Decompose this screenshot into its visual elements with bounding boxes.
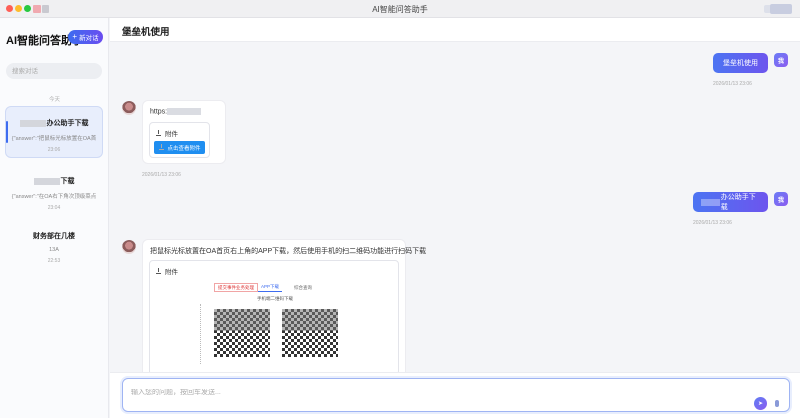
image-subtitle: 手机端二维码下载 — [257, 296, 293, 301]
conversation-title: 下载 — [5, 176, 103, 186]
redacted-block — [701, 198, 720, 206]
conversation-title: 财务部在几楼 — [33, 233, 75, 240]
input-area: ➤ — [110, 372, 800, 418]
message-time: 2026/01/13 23:06 — [693, 220, 732, 226]
bot-avatar — [122, 101, 136, 115]
bot-message-bubble: 把鼠标光标放置在OA首页右上角的APP下载，然后使用手机的扫二维码功能进行扫码下… — [142, 239, 426, 372]
message-time: 2026/01/13 23:06 — [713, 81, 752, 87]
user-message-bubble: 堡垒机使用 — [713, 53, 768, 73]
title-bar: AI智能问答助手 — [0, 0, 800, 18]
conversation-snippet: {"answer":"在OA右下角次顶级菜点 — [11, 194, 97, 200]
download-icon — [155, 129, 162, 137]
microphone-icon — [775, 400, 779, 407]
conversation-item[interactable]: 财务部在几楼 13A 22:53 — [5, 220, 103, 272]
send-icon: ➤ — [757, 401, 764, 407]
redacted-block — [282, 309, 338, 331]
redacted-block — [167, 108, 202, 115]
image-tab: 提交事件业务处理 — [214, 283, 258, 292]
conversation-item[interactable]: 下载 {"answer":"在OA右下角次顶级菜点 23:04 — [5, 165, 103, 217]
attachment-header: 附件 — [155, 128, 178, 138]
redacted-block — [19, 119, 46, 127]
download-icon — [158, 144, 165, 151]
conversation-item[interactable]: 办公助手下载 {"answer":"把鼠标光标放置在OA首 23:06 — [5, 106, 103, 158]
redacted-block — [214, 309, 270, 331]
microphone-button[interactable] — [771, 397, 783, 410]
new-chat-button[interactable]: + 新对话 — [68, 30, 103, 44]
chat-header: 堡垒机使用 — [110, 18, 800, 42]
redacted-block — [33, 177, 60, 185]
search-input[interactable] — [6, 63, 102, 79]
message-input[interactable] — [131, 389, 731, 396]
plus-icon: + — [72, 32, 78, 41]
user-message-text: 堡垒机使用 — [723, 60, 758, 67]
image-tab: 综合查询 — [294, 284, 312, 290]
new-chat-label: 新对话 — [79, 35, 99, 42]
message-list[interactable]: 堡垒机使用 我 2026/01/13 23:06 https: 附件 点击查看附… — [110, 42, 800, 372]
group-label: 今天 — [48, 97, 60, 103]
download-icon — [155, 267, 162, 275]
user-message-bubble: 办公助手下载 — [693, 192, 768, 212]
conversation-title: 办公助手下载 — [6, 118, 102, 128]
active-indicator — [6, 121, 8, 143]
conversation-time: 23:06 — [47, 147, 61, 153]
titlebar-user-name[interactable] — [770, 4, 792, 14]
conversation-snippet: {"answer":"把鼠标光标放置在OA首 — [11, 136, 97, 142]
image-side-menu — [200, 304, 204, 364]
attachment-image[interactable]: 提交事件业务处理 APP下载 综合查询 手机端二维码下载 — [198, 279, 352, 372]
send-button[interactable]: ➤ — [754, 397, 767, 410]
message-input-box[interactable]: ➤ — [122, 378, 790, 412]
conversation-time: 23:04 — [47, 205, 61, 211]
bot-message-text: 把鼠标光标放置在OA首页右上角的APP下载，然后使用手机的扫二维码功能进行扫码下… — [150, 248, 427, 255]
bot-message-bubble: https: 附件 点击查看附件 — [142, 100, 226, 164]
window-title: AI智能问答助手 — [372, 5, 428, 14]
message-time: 2026/01/13 23:06 — [142, 172, 181, 178]
link-text[interactable]: https: — [150, 108, 202, 115]
sidebar: AI智能问答助手 + 新对话 今天 办公助手下载 {"answer":"把鼠标光… — [0, 18, 109, 418]
view-attachment-button[interactable]: 点击查看附件 — [154, 141, 205, 154]
attachment-header: 附件 — [155, 266, 178, 276]
user-avatar: 我 — [774, 192, 788, 206]
conversation-snippet: 13A — [49, 247, 59, 253]
user-avatar: 我 — [774, 53, 788, 67]
user-message-text: 办公助手下载 — [720, 194, 756, 211]
image-tab: APP下载 — [258, 283, 283, 292]
attachment-card: 附件 提交事件业务处理 APP下载 综合查询 手机端二维码下载 — [149, 260, 399, 372]
bot-avatar — [122, 240, 136, 254]
chat-title: 堡垒机使用 — [122, 27, 170, 38]
attachment-card: 附件 点击查看附件 — [149, 122, 210, 158]
conversation-time: 22:53 — [47, 258, 61, 264]
